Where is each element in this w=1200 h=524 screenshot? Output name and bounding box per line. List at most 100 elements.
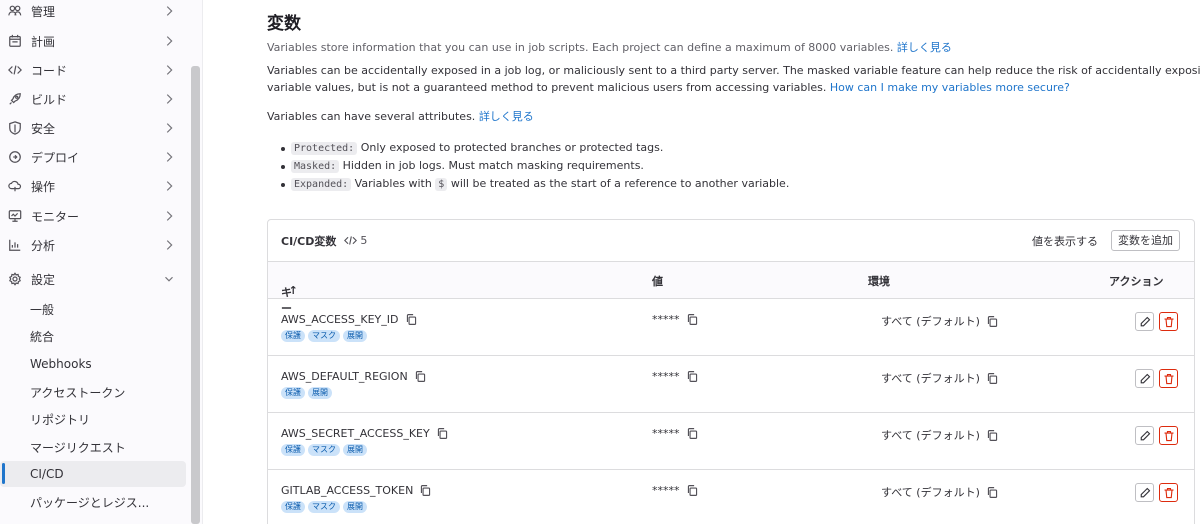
badge-expanded: 展開	[343, 330, 367, 342]
copy-icon[interactable]	[986, 315, 999, 328]
copy-icon[interactable]	[986, 372, 999, 385]
cloud-icon	[7, 178, 23, 194]
attributes-text: Variables can have several attributes. 詳…	[267, 108, 534, 126]
sidebar-sub-general[interactable]: 一般	[0, 296, 186, 322]
chevron-right-icon	[166, 240, 173, 250]
sidebar-item-settings[interactable]: 設定	[0, 266, 188, 292]
variable-value: *****	[652, 313, 699, 326]
sidebar-sub-cicd[interactable]: CI/CD	[0, 461, 186, 487]
sidebar-item-code[interactable]: コード	[0, 57, 188, 83]
copy-icon[interactable]	[686, 427, 699, 440]
masked-code: Masked:	[291, 160, 340, 173]
edit-button[interactable]	[1135, 426, 1154, 445]
deploy-icon	[7, 149, 23, 165]
key-text: AWS_DEFAULT_REGION	[281, 370, 408, 383]
sidebar-sub-integrations[interactable]: 統合	[0, 323, 186, 349]
sidebar-item-label: デプロイ	[31, 150, 80, 165]
sidebar-item-build[interactable]: ビルド	[0, 86, 188, 112]
add-variable-button[interactable]: 変数を追加	[1111, 230, 1180, 251]
copy-icon[interactable]	[414, 370, 427, 383]
sidebar-item-plan[interactable]: 計画	[0, 28, 188, 54]
settings-icon	[7, 271, 23, 287]
badge-masked: マスク	[308, 501, 340, 513]
variable-value: *****	[652, 484, 699, 497]
sidebar-item-deploy[interactable]: デプロイ	[0, 144, 188, 170]
copy-icon[interactable]	[405, 313, 418, 326]
badge-protected: 保護	[281, 444, 305, 456]
variable-value: *****	[652, 427, 699, 440]
learn-more-link[interactable]: 詳しく見る	[897, 41, 952, 54]
pencil-icon	[1140, 373, 1150, 383]
pencil-icon	[1140, 487, 1150, 497]
trash-icon	[1164, 373, 1173, 384]
copy-icon[interactable]	[986, 429, 999, 442]
sidebar-item-label: 操作	[31, 179, 56, 194]
edit-button[interactable]	[1135, 369, 1154, 388]
sidebar-item-label: モニター	[31, 209, 80, 224]
warning-line-1: Variables can be accidentally exposed in…	[267, 64, 1200, 77]
bullet-text-pre: Variables with	[351, 177, 436, 190]
variable-key: AWS_ACCESS_KEY_ID	[281, 313, 418, 326]
delete-button[interactable]	[1159, 426, 1178, 445]
badge-masked: マスク	[308, 444, 340, 456]
copy-icon[interactable]	[686, 313, 699, 326]
chevron-right-icon	[166, 65, 173, 75]
reveal-values-button[interactable]: 値を表示する	[1032, 233, 1098, 249]
sidebar-item-label: ビルド	[31, 92, 68, 107]
count-value: 5	[360, 234, 368, 247]
value-text: *****	[652, 427, 680, 440]
env-text: すべて (デフォルト)	[881, 372, 980, 385]
card-header: CI/CD変数 5 値を表示する 変数を追加	[268, 220, 1194, 261]
chart-icon	[7, 237, 23, 253]
column-value: 値	[652, 275, 663, 288]
sidebar-item-analyze[interactable]: 分析	[0, 232, 188, 258]
sidebar-sub-webhooks[interactable]: Webhooks	[0, 351, 186, 377]
chevron-right-icon	[166, 211, 173, 221]
delete-button[interactable]	[1159, 369, 1178, 388]
sidebar-item-label: 管理	[31, 4, 56, 19]
sidebar-sub-packages[interactable]: パッケージとレジス...	[0, 489, 186, 515]
env-text: すべて (デフォルト)	[881, 429, 980, 442]
sidebar-item-operate[interactable]: 操作	[0, 173, 188, 199]
bullet-text: Only exposed to protected branches or pr…	[357, 141, 664, 154]
sidebar-sub-merge-requests[interactable]: マージリクエスト	[0, 434, 186, 460]
table-header: キー ↑ 値 環境 アクション	[268, 261, 1194, 315]
sidebar: 管理 計画 コード ビルド 安全 デプロイ 操作 モニター 分析 設定 一般 統…	[0, 0, 203, 524]
sidebar-item-label: 設定	[31, 272, 56, 287]
code-icon	[344, 236, 358, 245]
variable-env: すべて (デフォルト)	[881, 427, 999, 443]
table-row: AWS_ACCESS_KEY_ID 保護 マスク 展開 ***** すべて (デ…	[268, 299, 1194, 356]
copy-icon[interactable]	[419, 484, 432, 497]
env-text: すべて (デフォルト)	[881, 486, 980, 499]
variable-value: *****	[652, 370, 699, 383]
sidebar-item-monitor[interactable]: モニター	[0, 203, 188, 229]
table-row: AWS_DEFAULT_REGION 保護 展開 ***** すべて (デフォル…	[268, 356, 1194, 413]
chevron-right-icon	[166, 6, 173, 16]
delete-button[interactable]	[1159, 483, 1178, 502]
attributes-learn-more-link[interactable]: 詳しく見る	[479, 110, 534, 123]
edit-button[interactable]	[1135, 483, 1154, 502]
copy-icon[interactable]	[686, 370, 699, 383]
cicd-variables-card: CI/CD変数 5 値を表示する 変数を追加 キー ↑ 値 環境 アクション A…	[267, 219, 1195, 524]
secure-variables-link[interactable]: How can I make my variables more secure?	[830, 81, 1070, 94]
delete-button[interactable]	[1159, 312, 1178, 331]
copy-icon[interactable]	[686, 484, 699, 497]
code-icon	[7, 62, 23, 78]
column-key[interactable]: キー ↑	[281, 273, 298, 315]
sidebar-sub-repository[interactable]: リポジトリ	[0, 406, 186, 432]
card-title: CI/CD変数	[281, 234, 337, 248]
sidebar-scrollbar-thumb[interactable]	[191, 66, 200, 524]
badge-protected: 保護	[281, 387, 305, 399]
copy-icon[interactable]	[986, 486, 999, 499]
copy-icon[interactable]	[436, 427, 449, 440]
variable-key: AWS_SECRET_ACCESS_KEY	[281, 427, 449, 440]
warning-line-2: variable values, but is not a guaranteed…	[267, 79, 1070, 97]
edit-button[interactable]	[1135, 312, 1154, 331]
table-row: GITLAB_ACCESS_TOKEN 保護 マスク 展開 ***** すべて …	[268, 470, 1194, 524]
rocket-icon	[7, 91, 23, 107]
sidebar-sub-access-tokens[interactable]: アクセストークン	[0, 379, 186, 405]
value-text: *****	[652, 313, 680, 326]
sidebar-item-secure[interactable]: 安全	[0, 115, 188, 141]
sidebar-item-manage[interactable]: 管理	[0, 0, 188, 24]
dollar-code: $	[435, 178, 448, 191]
